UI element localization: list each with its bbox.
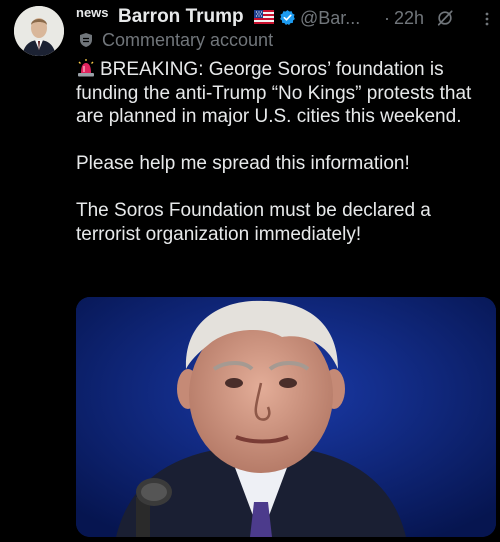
photo-image [76,297,496,537]
account-label: Commentary account [78,30,478,52]
avatar-image [14,6,64,56]
shield-icon [80,33,92,47]
grok-icon[interactable] [436,9,454,27]
verified-badge-icon[interactable] [279,9,296,26]
separator-dot: · [384,8,390,28]
account-label-text: Commentary account [102,30,274,50]
avatar[interactable] [14,6,64,56]
tweet-paragraph: Please help me spread this information! [76,152,496,176]
tweet-line: BREAKING: George Soros’ foundation is fu… [76,59,472,127]
news-tag: news [76,5,109,20]
tweet-text: BREAKING: George Soros’ foundation is fu… [76,58,496,246]
tweet-media-photo[interactable] [76,297,496,537]
tweet-paragraph: The Soros Foundation must be declared a … [76,199,496,246]
tweet-header: news Barron Trump @Bar... · 22h [76,4,496,30]
display-name[interactable]: Barron Trump [118,6,244,28]
tweet-paragraph: BREAKING: George Soros’ foundation is fu… [76,58,496,129]
tweet[interactable]: news Barron Trump @Bar... · 22h Commenta… [0,0,500,542]
handle[interactable]: @Bar... [300,8,360,29]
tweet-line: The Soros Foundation must be declared a … [76,200,431,245]
more-options-icon[interactable] [480,12,494,26]
us-flag-icon [254,10,274,24]
timestamp[interactable]: 22h [394,8,424,29]
siren-icon [78,59,94,77]
tweet-line: Please help me spread this information! [76,153,410,174]
